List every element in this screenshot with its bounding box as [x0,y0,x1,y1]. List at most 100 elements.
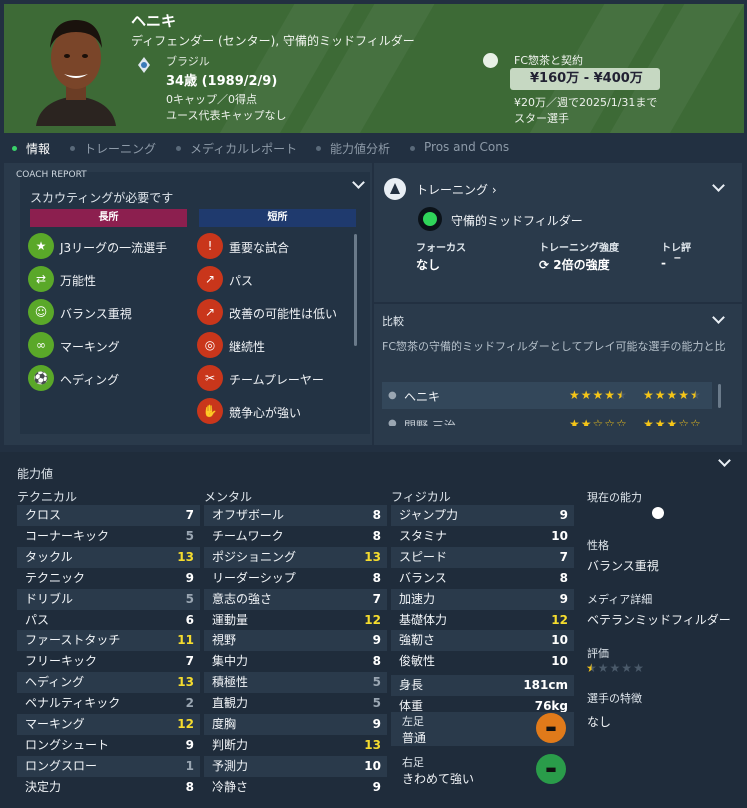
attribute-row[interactable]: バランス 8 [391,568,574,589]
strength-item: ヘディング [60,373,120,387]
attribute-row[interactable]: ジャンプ力 9 [391,505,574,526]
nation-flag-icon [138,57,150,73]
attribute-row[interactable]: ポジショニング 13 [204,546,387,568]
star-icon: ★ [592,388,604,402]
attribute-label: リーダーシップ [212,570,296,585]
attribute-label: コーナーキック [25,528,110,543]
focus-value[interactable]: なし [416,256,440,273]
attribute-value: 5 [185,528,194,543]
attribute-label: ファーストタッチ [25,633,121,648]
attribute-label: ロングスロー [25,758,98,773]
attribute-label: ジャンプ力 [399,508,459,522]
attribute-row[interactable]: 集中力 8 [204,651,387,672]
attribute-row[interactable]: 基礎体力 12 [391,610,574,631]
attribute-row[interactable]: 俊敏性 10 [391,651,574,672]
attribute-row[interactable]: ペナルティキック 2 [17,693,200,714]
attribute-row[interactable]: スピード 7 [391,546,574,568]
attribute-row[interactable]: チームワーク 8 [204,526,387,547]
attribute-value: 9 [185,737,194,752]
star-icon: ★ [690,388,701,402]
star-icon: ★ [580,388,592,402]
star-icon: ★ [569,388,580,402]
attribute-row[interactable]: クロス 7 [17,505,200,526]
attribute-row[interactable]: ロングシュート 9 [17,735,200,756]
attribute-row[interactable]: テクニック 9 [17,568,200,589]
attribute-row[interactable]: 予測力 10 [204,755,387,777]
attribute-row[interactable]: 直観力 5 [204,693,387,714]
attribute-row[interactable]: スタミナ 10 [391,526,574,547]
star-icon: ★★☆☆☆ [569,417,628,426]
comparison-row[interactable]: ● 関野 三治 ★★☆☆☆ ★★★☆☆ [382,414,722,426]
attribute-row[interactable]: ロングスロー 1 [17,755,200,777]
attribute-label: 加速力 [399,591,436,606]
attribute-value: 12 [177,717,194,731]
tab-attribute-analysis[interactable]: 能力値分析 [330,140,390,157]
attribute-label: 基礎体力 [399,612,448,627]
left-foot-label: 左足 [402,715,424,728]
player-nation[interactable]: ブラジル [166,53,210,69]
attribute-row[interactable]: 決定力 8 [17,777,200,798]
attribute-row[interactable]: 加速力 9 [391,588,574,610]
attribute-row[interactable]: パス 6 [17,610,200,631]
attribute-value: 9 [372,779,381,794]
star-icon: ★ [621,661,633,675]
attribute-row[interactable]: 視野 9 [204,630,387,652]
attribute-label: ロングシュート [25,737,110,752]
club-badge-icon [483,53,498,68]
attribute-label: フリーキック [25,654,98,669]
attribute-value: 9 [559,508,568,522]
attribute-row[interactable]: 強靭さ 10 [391,630,574,652]
attribute-label: ポジショニング [212,549,297,564]
training-link[interactable]: トレーニング › [416,181,497,198]
training-role[interactable]: 守備的ミッドフィルダー [451,212,583,229]
attribute-row[interactable]: 運動量 12 [204,610,387,631]
attribute-row[interactable]: 積極性 5 [204,672,387,694]
attribute-label: 視野 [212,633,237,648]
attribute-value: 8 [372,508,381,522]
attribute-row[interactable]: タックル 13 [17,546,200,568]
scrollbar[interactable] [354,234,357,346]
attribute-row[interactable]: 冷静さ 9 [204,777,387,798]
intensity-value[interactable]: ⟳ 2倍の強度 [539,256,610,273]
head-icon: ☺ [28,299,54,325]
tab-training[interactable]: トレーニング [84,140,156,157]
attribute-row[interactable]: コーナーキック 5 [17,526,200,547]
player-club[interactable]: FC惣茶と契約 [514,52,583,68]
attribute-label: タックル [25,549,73,564]
tab-medical[interactable]: メディカルレポート [190,140,297,157]
attribute-row[interactable]: フリーキック 7 [17,651,200,672]
attribute-row[interactable]: リーダーシップ 8 [204,568,387,589]
attribute-value: 10 [364,758,381,773]
star-icon: ★★★☆☆ [643,417,702,426]
person-icon: ● [388,418,397,426]
tab-indicator-icon [410,146,415,151]
attribute-row[interactable]: 意志の強さ 7 [204,588,387,610]
star-icon: ★ [654,388,666,402]
person-icon: ● [388,390,397,401]
scrollbar[interactable] [718,384,721,408]
attribute-row[interactable]: マーキング 12 [17,714,200,735]
media-value: ベテランミッドフィルダー [587,613,731,627]
attribute-label: ドリブル [25,591,74,606]
competitive-icon: ✋ [197,398,223,424]
tab-info[interactable]: 情報 [26,140,50,157]
attribute-row[interactable]: ファーストタッチ 11 [17,630,200,652]
attribute-row[interactable]: ヘディング 13 [17,672,200,694]
transfer-value: ¥160万 - ¥400万 [510,68,660,90]
tab-pros-cons[interactable]: Pros and Cons [424,140,509,154]
target-icon: ◎ [197,332,223,358]
attribute-row[interactable]: オフザボール 8 [204,505,387,526]
attribute-row[interactable]: ドリブル 5 [17,588,200,610]
attribute-value: 8 [185,779,194,794]
attributes-title: 能力値 [17,467,54,481]
attribute-value: 1 [185,758,194,773]
attribute-label: 決定力 [25,779,62,794]
attribute-value: 10 [551,654,568,669]
attribute-row[interactable]: 判断力 13 [204,735,387,756]
attribute-value: 13 [364,737,381,752]
technical-title: テクニカル [17,490,78,504]
attribute-value: 5 [372,696,381,711]
attribute-value: 10 [551,528,568,543]
attribute-row[interactable]: 度胸 9 [204,714,387,735]
star-icon: ★ [616,388,627,402]
